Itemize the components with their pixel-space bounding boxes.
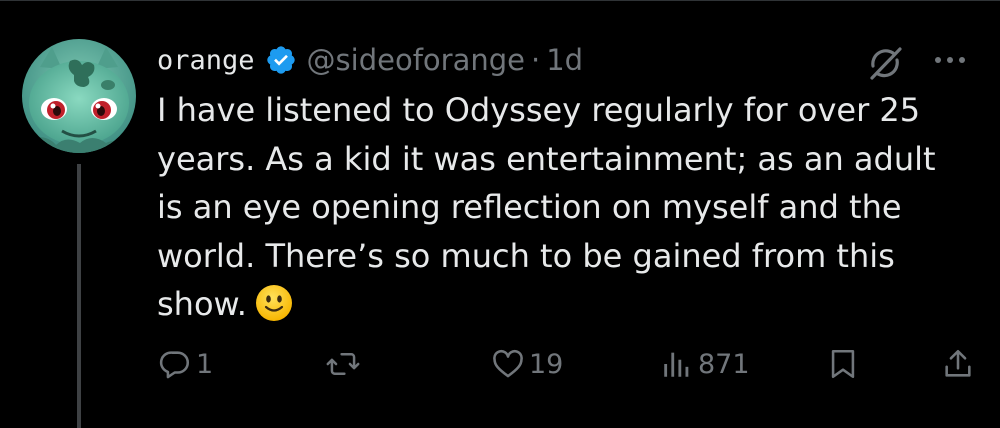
more-options-icon[interactable] [928,48,972,72]
tweet-text: I have listened to Odyssey regularly for… [157,86,987,329]
share-icon [945,349,971,377]
display-name[interactable]: orange [157,45,255,76]
header-separator: · [530,43,541,77]
tweet-header: orange @sideoforange · 1d [157,38,583,82]
bulbasaur-avatar-icon [22,39,136,153]
tweet-line-last: show. [157,280,987,329]
views-count: 871 [698,348,750,380]
tweet-line: I have listened to Odyssey regularly for… [157,91,921,129]
verified-badge-icon [265,44,297,76]
reply-icon [159,351,190,379]
thread-line [77,164,81,428]
retweet-button[interactable] [325,342,365,386]
like-button[interactable]: 19 [491,342,563,386]
heart-icon [493,349,523,378]
share-button[interactable] [941,342,975,386]
avatar[interactable] [22,39,136,153]
reply-count: 1 [196,348,214,380]
views-button[interactable]: 871 [660,342,750,386]
tweet-timestamp[interactable]: 1d [546,43,583,77]
retweet-icon [326,353,360,375]
tweet-line: years. As a kid it was entertainment; as… [157,139,936,178]
tweet-line: world. There’s so much to be gained from… [157,236,895,275]
smiling-face-emoji-icon [255,284,293,322]
tweet-line: show. [157,285,247,323]
grok-icon[interactable] [864,42,906,84]
author-handle[interactable]: @sideoforange [307,43,525,77]
like-count: 19 [529,348,564,380]
bookmark-icon [831,349,855,379]
bookmark-button[interactable] [826,342,860,386]
views-chart-icon [664,352,689,377]
tweet-line: is an eye opening reflection on myself a… [157,188,902,226]
reply-button[interactable]: 1 [158,342,213,386]
top-divider [0,0,1000,1]
